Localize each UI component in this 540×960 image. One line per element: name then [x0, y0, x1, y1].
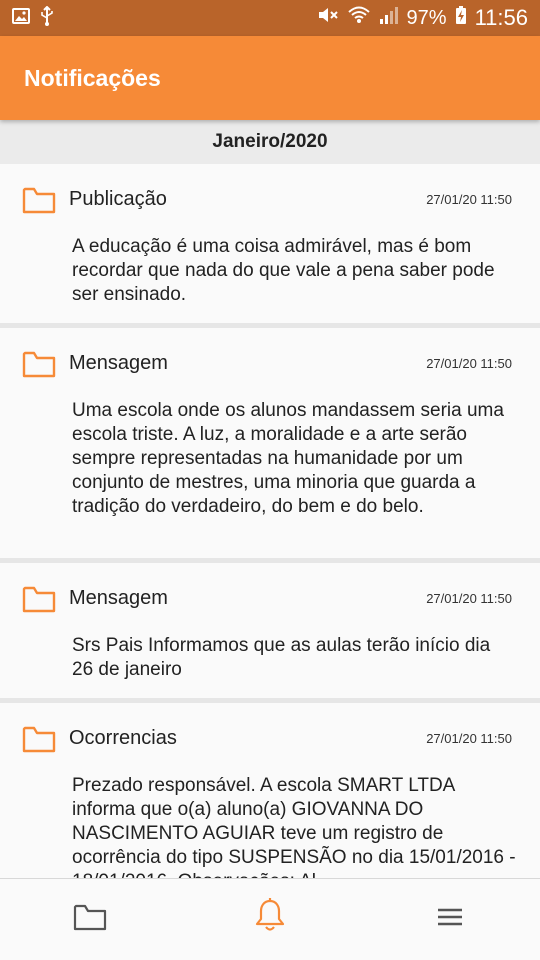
notification-card[interactable]: Mensagem 27/01/20 11:50 Uma escola onde … — [0, 328, 540, 563]
image-icon — [12, 7, 30, 29]
notification-date: 27/01/20 11:50 — [426, 356, 512, 371]
notification-type: Mensagem — [69, 352, 168, 374]
nav-folder-button[interactable] — [72, 903, 108, 935]
month-header: Janeiro/2020 — [0, 120, 540, 164]
nav-notifications-button[interactable] — [252, 897, 288, 933]
folder-icon — [22, 186, 56, 214]
mute-icon — [317, 5, 339, 31]
notification-date: 27/01/20 11:50 — [426, 192, 512, 207]
bell-icon — [254, 897, 286, 938]
notification-text: Srs Pais Informamos que as aulas terão i… — [72, 635, 491, 680]
battery-charging-icon — [455, 5, 467, 31]
app-bar: Notificações — [0, 36, 540, 120]
notification-text: Uma escola onde os alunos mandassem seri… — [72, 400, 504, 517]
bottom-nav — [0, 878, 540, 960]
clock: 11:56 — [474, 5, 528, 30]
folder-icon — [22, 350, 56, 378]
notification-text: A educação é uma coisa admirável, mas é … — [72, 236, 495, 305]
notification-card[interactable]: Ocorrencias 27/01/20 11:50 Prezado respo… — [0, 703, 540, 878]
notification-date: 27/01/20 11:50 — [426, 591, 512, 606]
notification-card[interactable]: Publicação 27/01/20 11:50 A educação é u… — [0, 164, 540, 328]
usb-icon — [40, 5, 54, 31]
signal-icon — [379, 5, 399, 31]
folder-icon — [22, 725, 56, 753]
folder-icon — [22, 585, 56, 613]
notification-type: Mensagem — [69, 587, 168, 609]
status-bar: 97% 11:56 — [0, 0, 540, 36]
nav-menu-button[interactable] — [432, 903, 468, 935]
notification-text: Prezado responsável. A escola SMART LTDA… — [72, 775, 516, 878]
battery-percent: 97% — [406, 6, 447, 29]
menu-icon — [437, 907, 463, 932]
page-title: Notificações — [24, 64, 161, 91]
wifi-icon — [347, 5, 371, 31]
notification-type: Ocorrencias — [69, 727, 177, 749]
notification-card[interactable]: Mensagem 27/01/20 11:50 Srs Pais Informa… — [0, 563, 540, 703]
notification-date: 27/01/20 11:50 — [426, 731, 512, 746]
folder-icon — [73, 903, 107, 936]
notification-type: Publicação — [69, 188, 167, 210]
notification-list[interactable]: Publicação 27/01/20 11:50 A educação é u… — [0, 164, 540, 878]
